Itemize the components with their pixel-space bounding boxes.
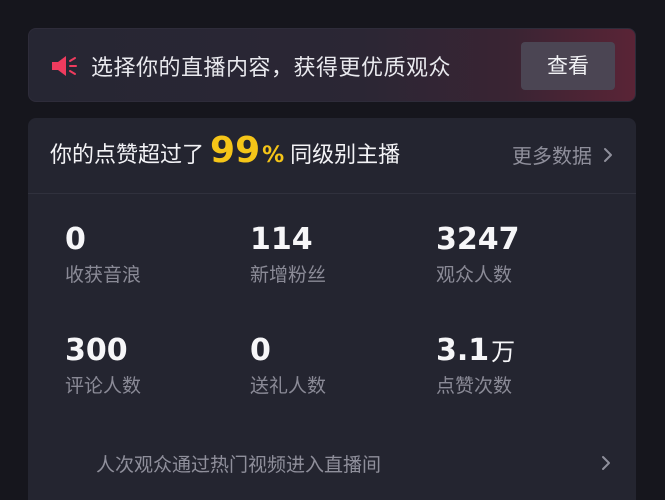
stat-item: 0 收获音浪	[65, 222, 235, 289]
stat-item: 0 送礼人数	[250, 333, 420, 400]
stat-label: 评论人数	[65, 375, 142, 397]
view-button[interactable]: 查看	[521, 42, 615, 90]
stat-value: 0	[65, 222, 86, 257]
percent-value: 99	[210, 130, 261, 171]
divider	[28, 193, 636, 194]
banner-text: 选择你的直播内容，获得更优质观众	[91, 56, 452, 81]
stat-label: 点赞次数	[436, 375, 513, 397]
stat-label: 观众人数	[436, 264, 513, 286]
stat-value: 114	[250, 222, 313, 257]
stat-label: 新增粉丝	[250, 264, 327, 286]
stat-value: 0	[250, 333, 271, 368]
stat-item: 3247 观众人数	[436, 222, 606, 289]
stat-value: 300	[65, 333, 128, 368]
stat-label: 送礼人数	[250, 375, 327, 397]
headline-suffix: 同级别主播	[290, 143, 401, 168]
chevron-right-icon	[604, 147, 612, 162]
likes-rank-headline: 你的点赞超过了 99 % 同级别主播	[50, 130, 400, 180]
stat-item: 300 评论人数	[65, 333, 235, 400]
stat-item: 114 新增粉丝	[250, 222, 420, 289]
headline-prefix: 你的点赞超过了	[50, 143, 205, 168]
hot-video-entry-text: 人次观众通过热门视频进入直播间	[96, 454, 382, 476]
percent-sign: %	[262, 143, 285, 168]
speaker-icon	[52, 56, 77, 76]
stats-card: 你的点赞超过了 99 % 同级别主播 更多数据 0 收获音浪 114 新增粉丝 …	[28, 118, 636, 500]
chevron-right-icon	[602, 456, 610, 470]
live-stats-screen: 选择你的直播内容，获得更优质观众 查看 你的点赞超过了 99 % 同级别主播 更…	[0, 0, 665, 500]
stat-value: 3.1万	[436, 333, 516, 368]
stat-value: 3247	[436, 222, 520, 257]
more-data-label: 更多数据	[512, 144, 592, 168]
more-data-link[interactable]: 更多数据	[512, 140, 614, 169]
stat-item: 3.1万 点赞次数	[436, 333, 606, 400]
hot-video-entry-row[interactable]: 人次观众通过热门视频进入直播间	[28, 440, 636, 490]
content-tip-banner: 选择你的直播内容，获得更优质观众 查看	[28, 28, 636, 102]
stat-label: 收获音浪	[65, 264, 142, 286]
